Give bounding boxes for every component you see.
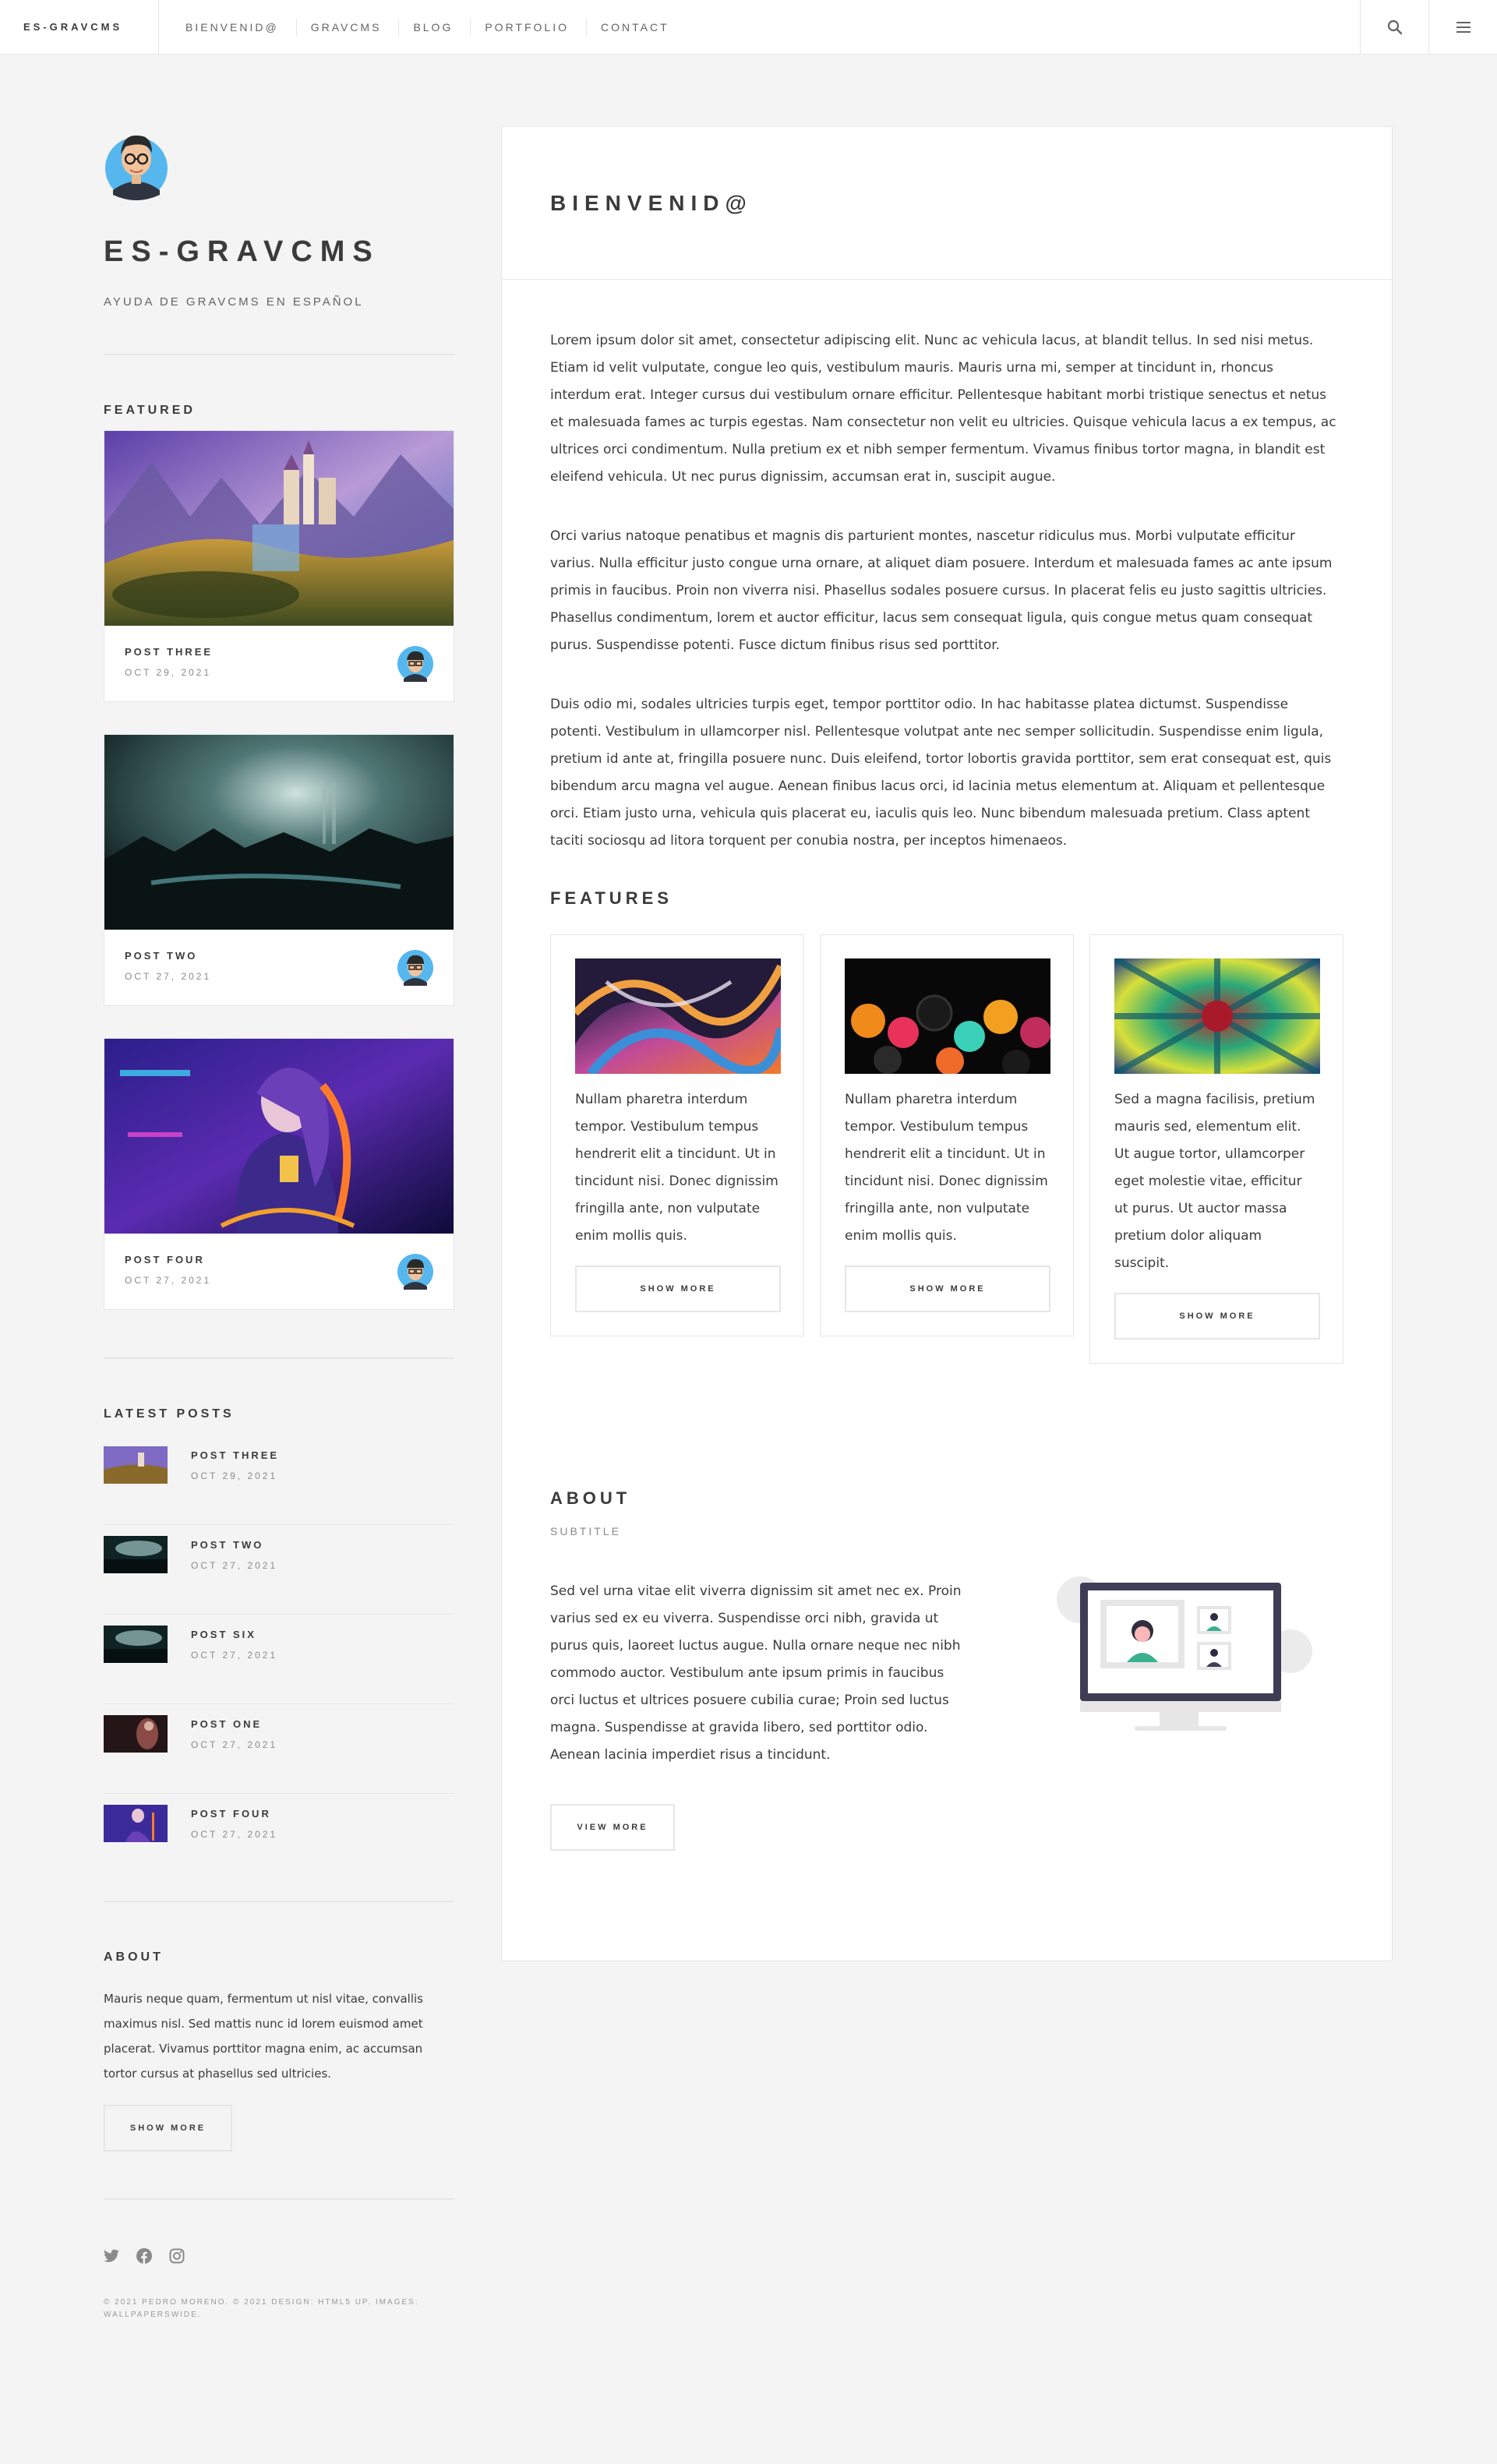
show-more-button[interactable]: SHOW MORE [575,1266,781,1312]
post-date: OCT 29, 2021 [191,1470,278,1481]
twitter-icon[interactable] [104,2249,119,2263]
features-heading: FEATURES [550,888,673,908]
show-more-button[interactable]: SHOW MORE [1114,1293,1320,1340]
featured-meta: POST THREE OCT 29, 2021 [125,646,213,678]
sidebar-divider [104,1901,454,1902]
nav-item-gravcms[interactable]: GRAVCMS [295,18,399,36]
site-subtitle: AYUDA DE GRAVCMS EN ESPAÑOL [104,295,364,309]
post-thumbnail[interactable] [104,1626,168,1663]
latest-post-meta: POST TWO OCT 27, 2021 [191,1536,277,1571]
nav-item-blog[interactable]: BLOG [398,18,470,36]
sidebar-divider [104,354,454,355]
latest-post-meta: POST FOUR OCT 27, 2021 [191,1805,277,1840]
post-thumbnail[interactable] [104,1805,168,1842]
show-more-button[interactable]: SHOW MORE [845,1266,1050,1312]
post-thumbnail[interactable] [104,1446,168,1484]
main-content: BIENVENID@ Lorem ipsum dolor sit amet, c… [501,126,1393,1961]
latest-post-item[interactable]: POST SIX OCT 27, 2021 [104,1615,454,1704]
nav-item-portfolio[interactable]: PORTFOLIO [470,18,586,36]
feature-image-colorful-spheres[interactable] [845,958,1050,1074]
post-image-fantasy-castle[interactable] [104,431,454,626]
post-title[interactable]: POST SIX [191,1629,277,1640]
feature-image-kaleidoscope[interactable] [1114,958,1320,1074]
post-date: OCT 29, 2021 [125,667,212,678]
about-text: Sed vel urna vitae elit viverra dignissi… [550,1583,962,1763]
sidebar-about-text: Mauris neque quam, fermentum ut nisl vit… [104,1992,423,2081]
about-subtitle: SUBTITLE [550,1525,621,1537]
post-thumbnail[interactable] [104,1715,168,1753]
show-more-button[interactable]: SHOW MORE [104,2105,232,2152]
latest-post-meta: POST THREE OCT 29, 2021 [191,1446,279,1481]
nav-item-bienvenido[interactable]: BIENVENID@ [171,19,296,36]
post-title[interactable]: POST FOUR [191,1808,277,1820]
hamburger-menu-icon [1456,21,1471,33]
post-date: OCT 27, 2021 [191,1739,278,1750]
search-icon [1387,19,1402,34]
post-date: OCT 27, 2021 [191,1560,278,1571]
author-avatar-icon[interactable] [397,646,433,682]
main-nav: BIENVENID@ GRAVCMS BLOG PORTFOLIO CONTAC… [159,0,687,54]
post-thumbnail[interactable] [104,1536,168,1573]
featured-card[interactable]: POST THREE OCT 29, 2021 [104,430,454,702]
post-date: OCT 27, 2021 [191,1650,278,1661]
post-title[interactable]: POST ONE [191,1718,277,1730]
post-date: OCT 27, 2021 [125,971,212,982]
main-header: BIENVENID@ [502,127,1392,280]
feature-text: Nullam pharetra interdum tempor. Vestibu… [845,1092,1048,1244]
intro-paragraph: Lorem ipsum dolor sit amet, consectetur … [550,333,1336,485]
facebook-icon[interactable] [136,2248,152,2264]
feature-image-abstract-waves[interactable] [575,958,781,1074]
site-title[interactable]: ES-GRAVCMS [104,235,454,269]
feature-card: Sed a magna facilisis, pretium mauris se… [1089,934,1343,1364]
post-title[interactable]: POST TWO [125,950,211,962]
sidebar-divider [104,1357,454,1359]
instagram-icon[interactable] [169,2248,185,2264]
post-title[interactable]: POST THREE [125,646,213,658]
latest-post-meta: POST SIX OCT 27, 2021 [191,1626,277,1661]
post-image-neon-character[interactable] [104,1039,454,1234]
latest-post-item[interactable]: POST ONE OCT 27, 2021 [104,1704,454,1794]
social-links [104,2248,454,2264]
header-brand[interactable]: ES-GRAVCMS [0,0,159,54]
post-title[interactable]: POST THREE [191,1449,279,1461]
latest-post-item[interactable]: POST THREE OCT 29, 2021 [104,1435,454,1525]
site-header: ES-GRAVCMS BIENVENID@ GRAVCMS BLOG PORTF… [0,0,1497,55]
post-title[interactable]: POST TWO [191,1539,277,1551]
post-image-dark-landscape[interactable] [104,735,454,930]
featured-meta: POST TWO OCT 27, 2021 [125,950,211,982]
latest-post-item[interactable]: POST TWO OCT 27, 2021 [104,1525,454,1615]
feature-text: Sed a magna facilisis, pretium mauris se… [1114,1092,1315,1271]
intro-paragraph: Orci varius natoque penatibus et magnis … [550,528,1333,653]
feature-card: Nullam pharetra interdum tempor. Vestibu… [820,934,1074,1336]
featured-card[interactable]: POST TWO OCT 27, 2021 [104,734,454,1006]
feature-text: Nullam pharetra interdum tempor. Vestibu… [575,1092,779,1244]
intro-paragraph: Duis odio mi, sodales ultricies turpis e… [550,697,1332,849]
author-avatar-icon[interactable] [397,950,433,986]
post-date: OCT 27, 2021 [191,1829,278,1840]
about-heading: ABOUT [550,1488,631,1508]
featured-heading: FEATURED [104,404,196,417]
sidebar-divider [104,2198,454,2200]
copyright-text: © 2021 PEDRO MORENO. © 2021 DESIGN: HTML… [104,2298,419,2319]
search-button[interactable] [1360,0,1428,54]
featured-card[interactable]: POST FOUR OCT 27, 2021 [104,1038,454,1310]
nav-item-contact[interactable]: CONTACT [586,18,687,36]
latest-post-meta: POST ONE OCT 27, 2021 [191,1715,277,1750]
post-date: OCT 27, 2021 [125,1275,212,1286]
author-avatar-icon[interactable] [397,1254,433,1290]
menu-button[interactable] [1428,0,1497,54]
feature-card: Nullam pharetra interdum tempor. Vestibu… [550,934,804,1336]
page-title: BIENVENID@ [550,190,753,215]
video-call-monitor-illustration [1057,1576,1312,1731]
sidebar: ES-GRAVCMS AYUDA DE GRAVCMS EN ESPAÑOL F… [104,125,454,2321]
view-more-button[interactable]: VIEW MORE [550,1804,675,1851]
post-title[interactable]: POST FOUR [125,1254,211,1266]
latest-posts-list: POST THREE OCT 29, 2021 POST TWO OCT 27,… [104,1435,454,1883]
latest-posts-heading: LATEST POSTS [104,1407,235,1421]
header-tools [1360,0,1497,54]
latest-post-item[interactable]: POST FOUR OCT 27, 2021 [104,1794,454,1883]
sidebar-about-heading: ABOUT [104,1950,164,1964]
avatar-glasses-icon[interactable] [104,125,169,203]
featured-meta: POST FOUR OCT 27, 2021 [125,1254,211,1286]
